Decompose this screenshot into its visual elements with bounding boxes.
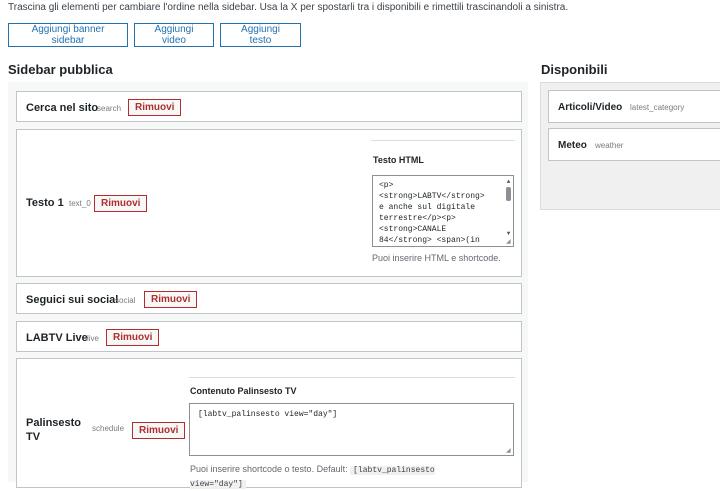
html-field-label: Testo HTML xyxy=(373,155,424,165)
widget-schedule[interactable]: Palinsesto TV schedule Rimuovi Contenuto… xyxy=(16,358,522,491)
widget-text[interactable]: Testo 1 text_0 Rimuovi Testo HTML <p> <s… xyxy=(16,129,522,277)
schedule-textarea-value: [labtv_palinsesto view="day"] xyxy=(198,410,338,419)
schedule-field-label: Contenuto Palinsesto TV xyxy=(190,386,297,396)
widget-social[interactable]: Seguici sui social social Rimuovi xyxy=(16,283,522,314)
remove-button[interactable]: Rimuovi xyxy=(144,291,198,308)
widget-live[interactable]: LABTV Live live Rimuovi xyxy=(16,321,522,352)
remove-button[interactable]: Rimuovi xyxy=(94,195,148,212)
available-widget-weather[interactable]: Meteo weather xyxy=(548,128,720,161)
intro-text: Trascina gli elementi per cambiare l'ord… xyxy=(8,2,569,13)
schedule-field-help: Puoi inserire shortcode o testo. Default… xyxy=(190,463,490,491)
widget-id: weather xyxy=(595,141,624,150)
textarea-scrollbar[interactable]: ▲ ▼ xyxy=(505,177,512,245)
resize-grip-icon[interactable]: ◢ xyxy=(506,239,512,245)
remove-button[interactable]: Rimuovi xyxy=(132,422,186,439)
scrollbar-thumb[interactable] xyxy=(506,187,511,201)
available-title: Disponibili xyxy=(541,62,608,77)
resize-grip-icon[interactable]: ◢ xyxy=(506,448,512,454)
public-sidebar-title: Sidebar pubblica xyxy=(8,62,113,77)
widget-name: Palinsesto TV xyxy=(26,417,82,443)
widget-id: search xyxy=(97,104,122,113)
available-widget-latest-category[interactable]: Articoli/Video latest_category xyxy=(548,90,720,123)
remove-button[interactable]: Rimuovi xyxy=(128,99,182,116)
widget-name: Seguici sui social xyxy=(26,294,119,306)
html-textarea-value: <p> <strong>LABTV</strong> e anche sul d… xyxy=(379,181,485,245)
widget-name: LABTV Live xyxy=(26,332,88,344)
html-textarea[interactable]: <p> <strong>LABTV</strong> e anche sul d… xyxy=(372,175,514,247)
schedule-help-text: Puoi inserire shortcode o testo. Default… xyxy=(190,464,348,474)
widget-id: latest_category xyxy=(630,103,685,112)
scroll-down-icon[interactable]: ▼ xyxy=(505,230,512,237)
widget-name: Testo 1 xyxy=(26,197,64,209)
widget-id: social xyxy=(115,296,136,305)
widget-name: Articoli/Video xyxy=(558,102,623,113)
widget-id: live xyxy=(87,334,100,343)
schedule-textarea[interactable]: [labtv_palinsesto view="day"] ◢ xyxy=(189,403,514,456)
widget-id: schedule xyxy=(92,424,125,433)
field-divider xyxy=(189,377,515,378)
add-banner-button[interactable]: Aggiungi banner sidebar xyxy=(8,23,128,47)
add-video-button[interactable]: Aggiungi video xyxy=(134,23,214,47)
field-divider xyxy=(371,140,515,141)
widget-name: Cerca nel sito xyxy=(26,102,99,114)
widget-name: Meteo xyxy=(558,140,587,151)
add-text-button[interactable]: Aggiungi testo xyxy=(220,23,301,47)
remove-button[interactable]: Rimuovi xyxy=(106,329,160,346)
widget-id: text_0 xyxy=(69,199,91,208)
html-field-help: Puoi inserire HTML e shortcode. xyxy=(372,253,501,263)
widget-search[interactable]: Cerca nel sito search Rimuovi xyxy=(16,91,522,122)
scroll-up-icon[interactable]: ▲ xyxy=(505,178,512,185)
